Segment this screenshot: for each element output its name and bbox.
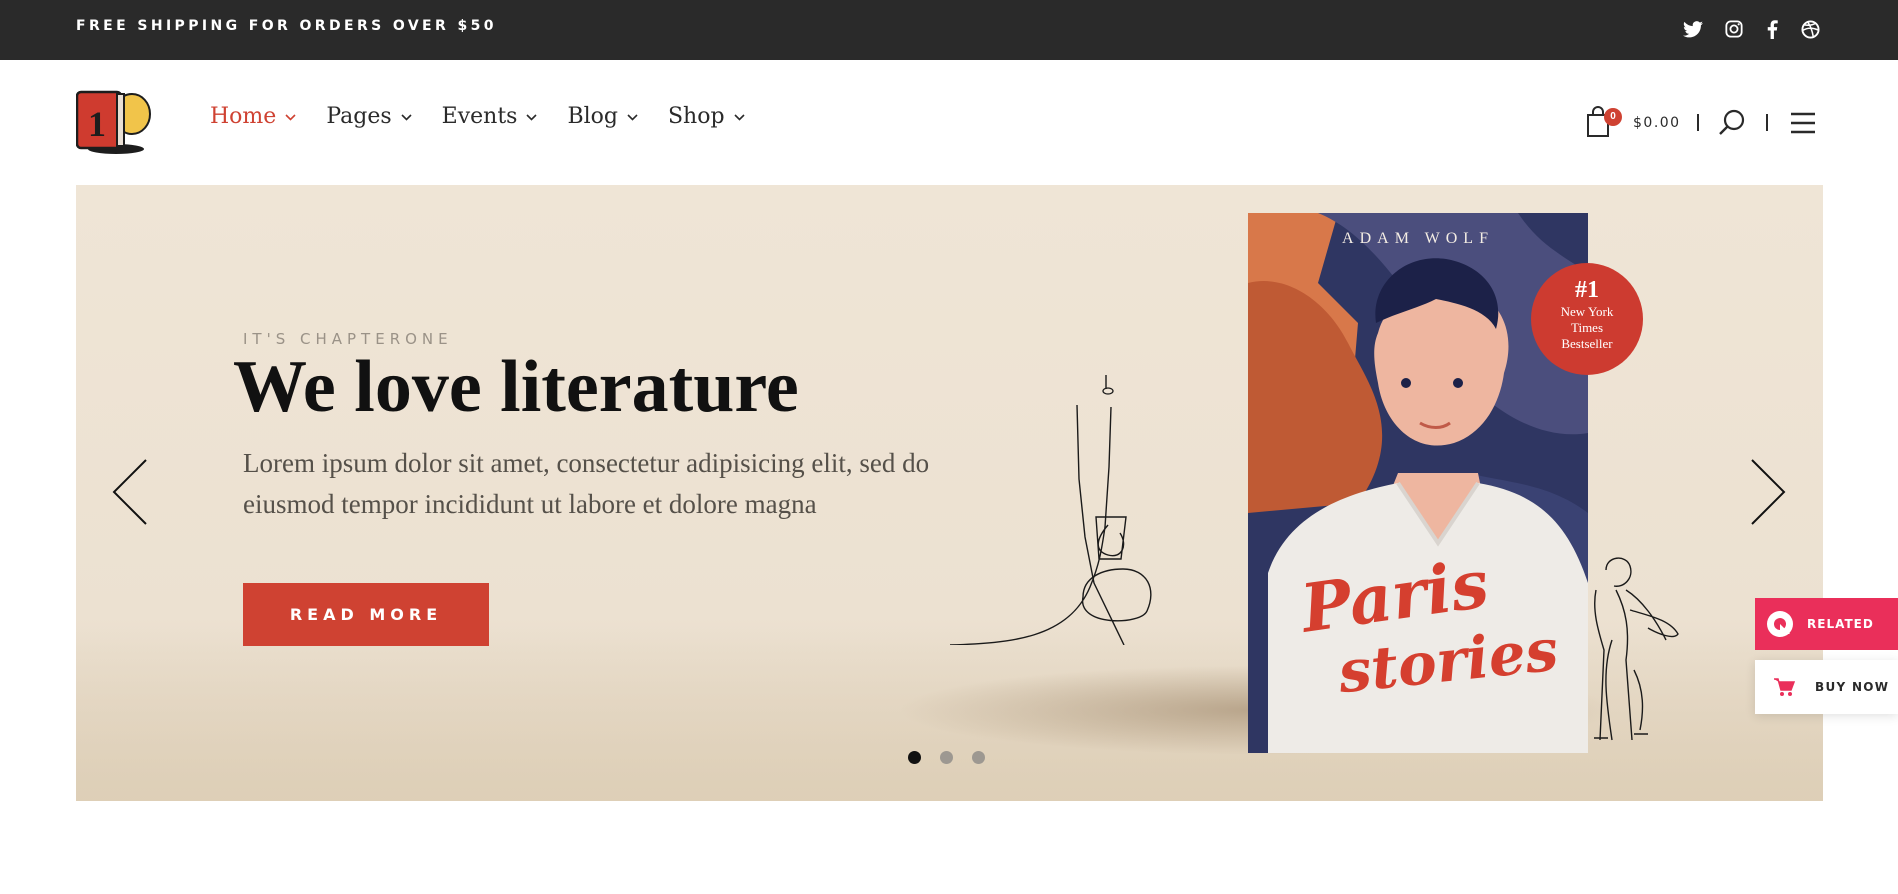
cart-count-badge: 0 (1604, 108, 1622, 126)
nav-pages[interactable]: Pages (326, 104, 412, 129)
couple-illustration (1594, 557, 1679, 741)
hero-headline: We love literature (233, 346, 799, 428)
chevron-down-icon (285, 114, 296, 121)
promo-text: FREE SHIPPING FOR ORDERS OVER $50 (76, 18, 497, 34)
chevron-down-icon (401, 114, 412, 121)
hero-slider: IT'S CHAPTERONE We love literature Lorem… (76, 185, 1823, 801)
nav-home-label: Home (210, 104, 277, 129)
nav-events-label: Events (441, 104, 518, 129)
nav-shop[interactable]: Shop (668, 104, 745, 129)
buy-now-label: BUY NOW (1815, 680, 1890, 694)
related-button[interactable]: RELATED (1755, 598, 1898, 650)
top-bar: FREE SHIPPING FOR ORDERS OVER $50 (0, 0, 1898, 60)
twitter-icon[interactable] (1680, 16, 1706, 42)
chevron-down-icon (627, 114, 638, 121)
nav-blog[interactable]: Blog (567, 104, 638, 129)
badge-rank: #1 (1575, 277, 1599, 303)
logo-number: 1 (88, 104, 106, 144)
dribbble-icon[interactable] (1797, 16, 1823, 42)
facebook-icon[interactable] (1759, 16, 1785, 42)
prev-slide-arrow-icon[interactable] (110, 457, 150, 527)
badge-line3: Bestseller (1561, 336, 1613, 351)
next-slide-arrow-icon[interactable] (1748, 457, 1788, 527)
hero-subtext: Lorem ipsum dolor sit amet, consectetur … (243, 448, 930, 519)
search-icon[interactable] (1717, 108, 1747, 138)
cart-total[interactable]: $0.00 (1633, 115, 1681, 131)
badge-line1: New York (1560, 304, 1614, 319)
chevron-down-icon (526, 114, 538, 121)
related-label: RELATED (1807, 617, 1874, 631)
badge-line2: Times (1570, 320, 1604, 335)
site-logo[interactable]: 1 (75, 88, 156, 156)
bestseller-badge: #1 New York Times Bestseller (1531, 263, 1643, 375)
read-more-button[interactable]: READ MORE (243, 583, 489, 646)
cart-icon (1774, 678, 1795, 696)
nav-home[interactable]: Home (210, 104, 296, 129)
book-author: ADAM WOLF (1342, 230, 1494, 247)
nav-blog-label: Blog (567, 104, 618, 129)
buy-now-button[interactable]: BUY NOW (1755, 660, 1898, 714)
slide-dot-3[interactable] (972, 751, 985, 764)
slide-dot-1[interactable] (908, 751, 921, 764)
nav-events[interactable]: Events (442, 104, 538, 129)
divider (1697, 114, 1699, 131)
divider (1766, 114, 1768, 131)
nav-pages-label: Pages (326, 104, 392, 129)
chevron-down-icon (733, 114, 745, 121)
hamburger-menu-icon[interactable] (1788, 111, 1818, 135)
instagram-icon[interactable] (1721, 16, 1747, 42)
slide-dot-2[interactable] (940, 751, 953, 764)
eiffel-tower-illustration (949, 375, 1152, 645)
nav-shop-label: Shop (667, 104, 725, 129)
main-nav: Home Pages Events Blog Shop (210, 104, 745, 129)
related-icon (1767, 611, 1793, 637)
